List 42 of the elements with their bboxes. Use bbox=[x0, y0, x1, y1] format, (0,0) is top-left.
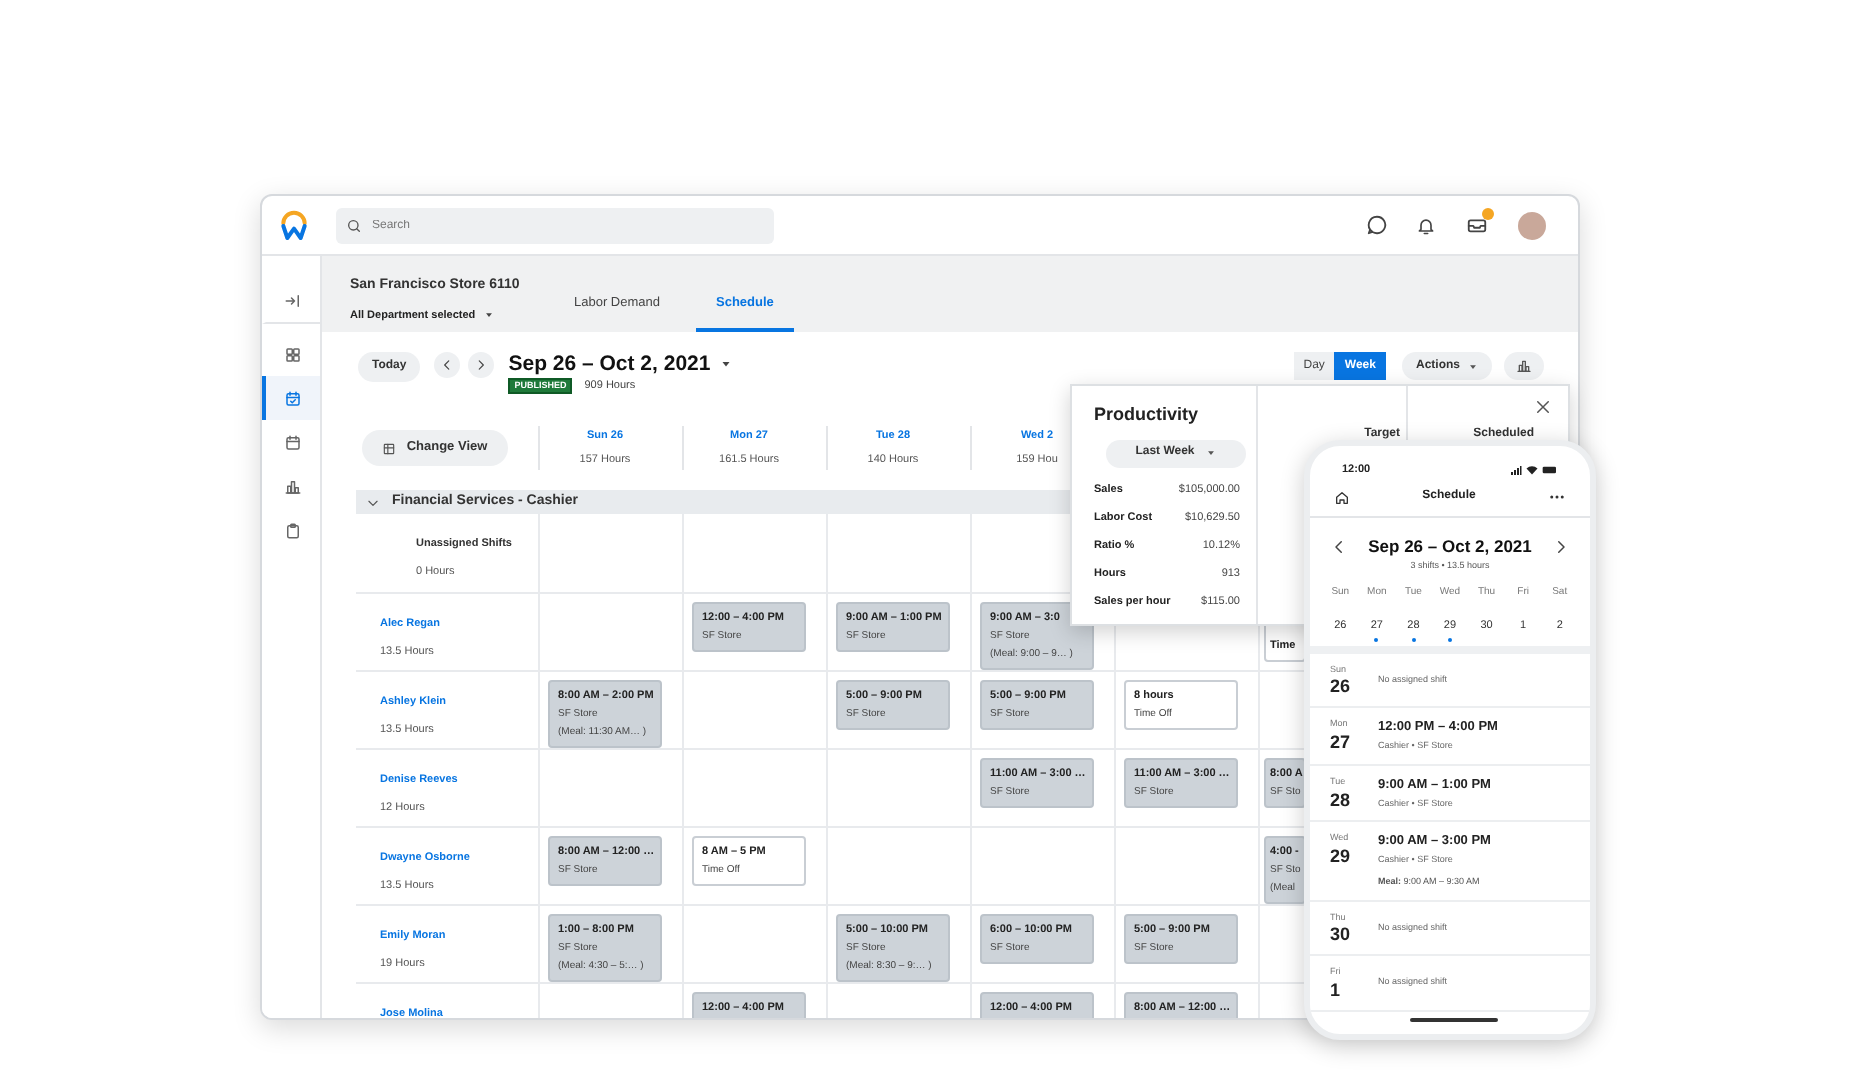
previous-button[interactable] bbox=[434, 352, 461, 378]
chevron-down-icon[interactable] bbox=[366, 495, 380, 509]
home-indicator bbox=[1410, 1018, 1498, 1022]
chevron-left-icon bbox=[440, 358, 455, 372]
close-button[interactable] bbox=[1534, 398, 1552, 416]
dashboard-icon[interactable] bbox=[284, 345, 302, 363]
day-number: 26 bbox=[1330, 676, 1353, 697]
day-number: 28 bbox=[1330, 789, 1353, 809]
calendar-icon[interactable] bbox=[284, 433, 302, 451]
bar-chart-icon bbox=[1516, 358, 1532, 374]
caret-icon bbox=[1468, 361, 1478, 371]
chevron-left-icon[interactable] bbox=[1330, 537, 1348, 556]
day-number: 27 bbox=[1330, 732, 1353, 752]
day-number: 29 bbox=[1330, 846, 1353, 866]
search-icon bbox=[346, 217, 362, 233]
close-icon bbox=[1534, 398, 1552, 416]
notification-badge bbox=[1482, 208, 1494, 220]
collapse-icon[interactable] bbox=[284, 292, 302, 310]
battery-icon bbox=[1542, 462, 1558, 478]
inbox-icon[interactable] bbox=[1466, 214, 1488, 236]
logo-icon[interactable] bbox=[278, 209, 310, 241]
chevron-right-icon[interactable] bbox=[1552, 537, 1570, 556]
calendar-check-icon[interactable] bbox=[284, 389, 302, 407]
date-range: Sep 26 – Oct 2, 2021 bbox=[1368, 534, 1532, 560]
popup-title: Productivity bbox=[1094, 402, 1201, 428]
wifi-icon bbox=[1526, 464, 1538, 476]
clipboard-icon[interactable] bbox=[284, 521, 302, 539]
signal-icon bbox=[1510, 464, 1522, 476]
day-number: 30 bbox=[1330, 924, 1353, 945]
home-icon[interactable] bbox=[1334, 489, 1350, 505]
caret-icon[interactable] bbox=[720, 358, 733, 370]
table-icon bbox=[382, 441, 397, 455]
caret-icon bbox=[483, 310, 494, 321]
chat-icon[interactable] bbox=[1366, 214, 1388, 236]
next-button[interactable] bbox=[468, 352, 495, 378]
day-number: 1 bbox=[1330, 980, 1343, 1000]
chart-button[interactable] bbox=[1504, 352, 1544, 380]
chevron-right-icon bbox=[474, 358, 489, 372]
date-range: Sep 26 – Oct 2, 2021 bbox=[508, 352, 711, 376]
caret-icon bbox=[1206, 448, 1217, 458]
bar-chart-icon[interactable] bbox=[284, 477, 302, 495]
notifications-icon[interactable] bbox=[1416, 215, 1436, 235]
